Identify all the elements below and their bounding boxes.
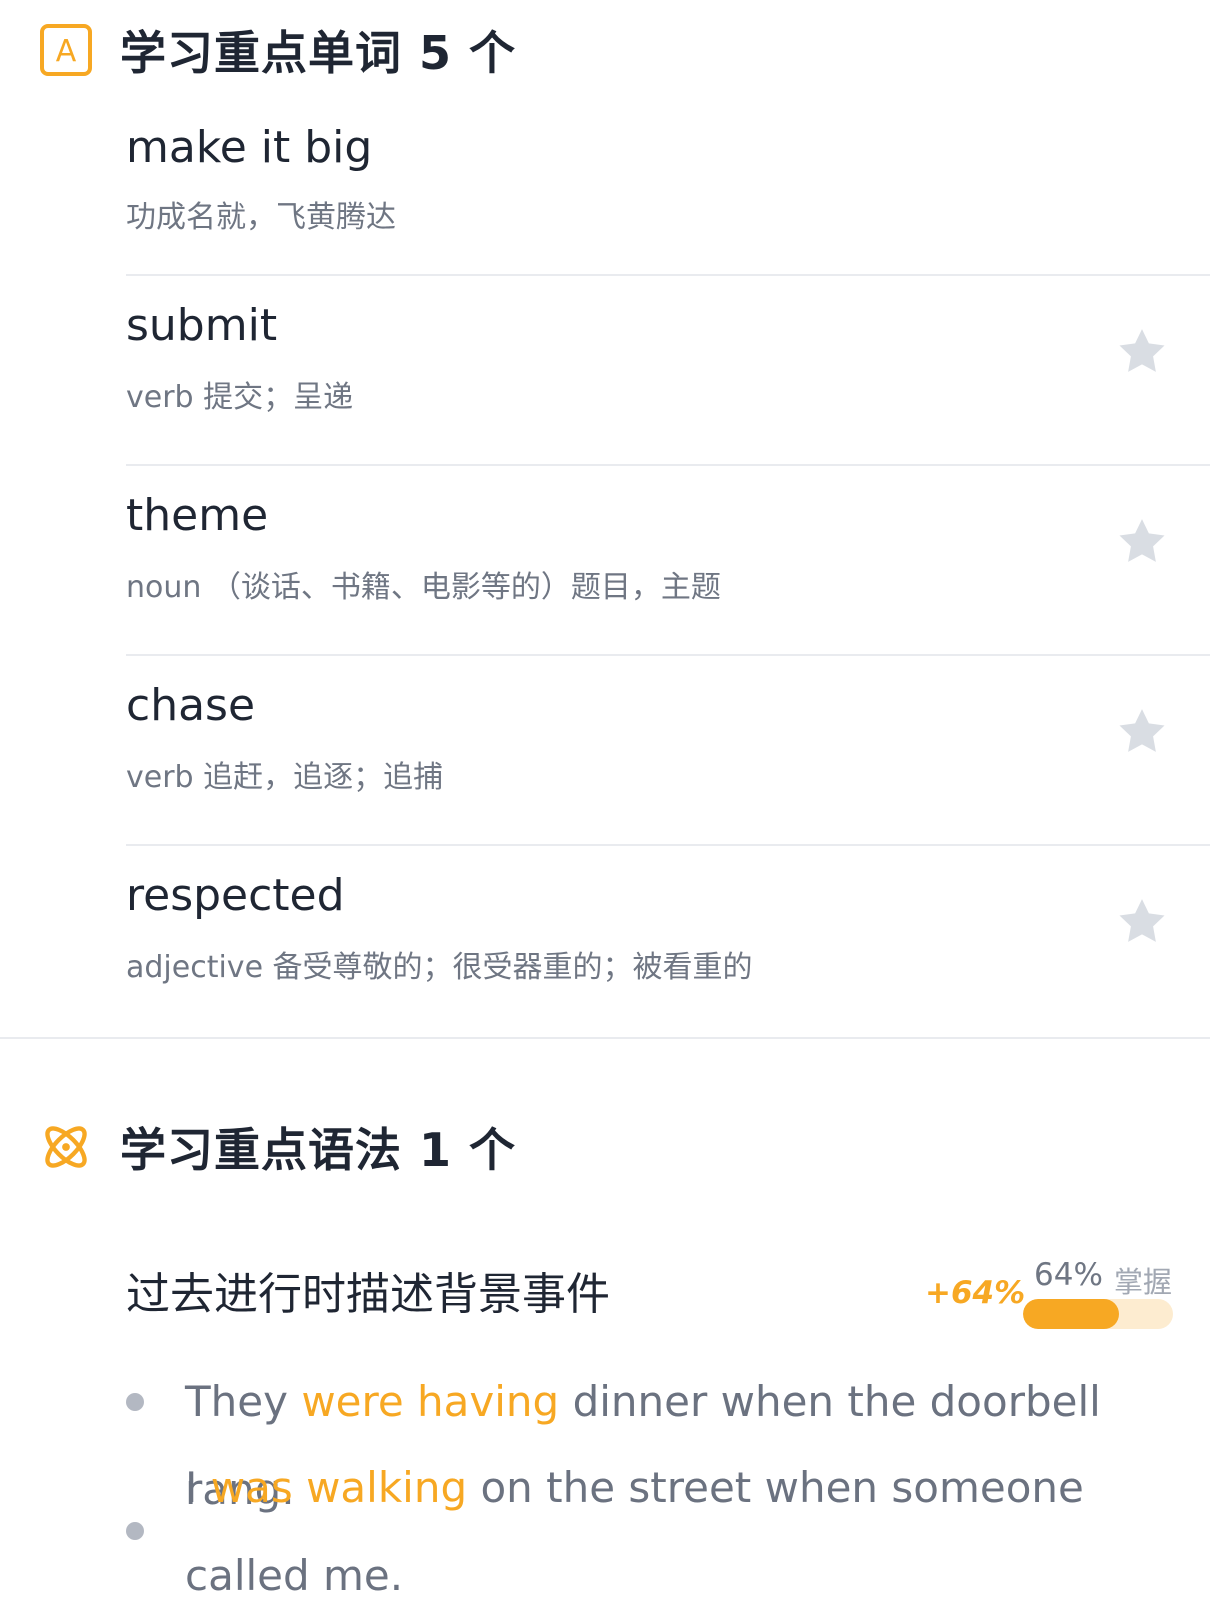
example-highlight: were having bbox=[301, 1377, 560, 1426]
word-item[interactable]: submit verb 提交；呈递 bbox=[126, 276, 1210, 466]
bullet-dot bbox=[126, 1393, 144, 1411]
mastery-delta: +64% bbox=[925, 1275, 1026, 1311]
word-definition: adjective 备受尊敬的；很受器重的；被看重的 bbox=[126, 950, 753, 985]
grammar-section-header: 学习重点语法 1 个 bbox=[38, 1117, 516, 1177]
atom-icon bbox=[38, 1119, 94, 1175]
vocab-section-header: A 学习重点单词 5 个 bbox=[38, 20, 516, 80]
example-text: They bbox=[185, 1377, 302, 1426]
section-divider bbox=[0, 1037, 1210, 1039]
mastery-percent: 64% bbox=[1034, 1257, 1103, 1293]
word-term: theme bbox=[126, 490, 269, 541]
grammar-point-title[interactable]: 过去进行时描述背景事件 bbox=[126, 1258, 610, 1322]
star-icon[interactable] bbox=[1114, 894, 1170, 950]
word-item[interactable]: make it big 功成名就，飞黄腾达 bbox=[126, 100, 1210, 276]
word-term: submit bbox=[126, 300, 278, 351]
example-sentence: I was walking on the street when someone… bbox=[185, 1444, 1175, 1620]
star-icon[interactable] bbox=[1114, 324, 1170, 380]
word-definition: verb 提交；呈递 bbox=[126, 380, 354, 415]
mastery-label: 掌握 bbox=[1114, 1265, 1173, 1299]
word-list: make it big 功成名就，飞黄腾达 submit verb 提交；呈递 … bbox=[126, 100, 1210, 1036]
star-icon[interactable] bbox=[1114, 704, 1170, 760]
letter-a-glyph: A bbox=[56, 34, 77, 69]
word-term: respected bbox=[126, 870, 345, 921]
word-term: make it big bbox=[126, 122, 373, 173]
word-definition: noun （谈话、书籍、电影等的）题目，主题 bbox=[126, 570, 721, 605]
word-item[interactable]: chase verb 追赶，追逐；追捕 bbox=[126, 656, 1210, 846]
word-item[interactable]: theme noun （谈话、书籍、电影等的）题目，主题 bbox=[126, 466, 1210, 656]
word-term: chase bbox=[126, 680, 256, 731]
mastery-progress-fill bbox=[1023, 1299, 1119, 1329]
bullet-dot bbox=[126, 1522, 144, 1540]
example-text: I bbox=[185, 1463, 211, 1512]
word-definition: verb 追赶，追逐；追捕 bbox=[126, 760, 444, 795]
grammar-section-title: 学习重点语法 1 个 bbox=[120, 1123, 517, 1177]
star-icon[interactable] bbox=[1114, 514, 1170, 570]
mastery-indicator: +64% 64% 掌握 bbox=[925, 1255, 1175, 1335]
word-item[interactable]: respected adjective 备受尊敬的；很受器重的；被看重的 bbox=[126, 846, 1210, 1036]
word-definition: 功成名就，飞黄腾达 bbox=[126, 200, 396, 235]
letter-a-icon: A bbox=[38, 22, 94, 78]
mastery-progress-bar bbox=[1023, 1299, 1173, 1329]
example-highlight: was walking bbox=[210, 1463, 468, 1512]
vocab-section-title: 学习重点单词 5 个 bbox=[120, 26, 517, 80]
